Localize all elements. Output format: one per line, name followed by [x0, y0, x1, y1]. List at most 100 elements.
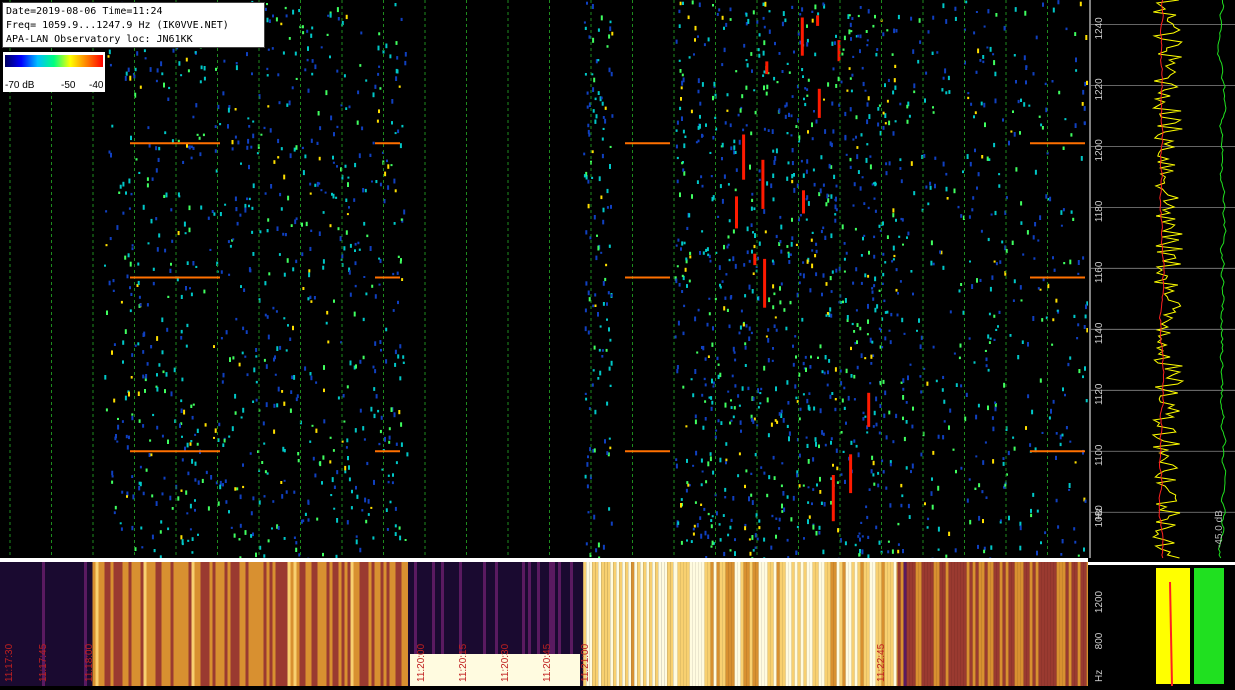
- noise-speck: [991, 416, 994, 420]
- noise-speck: [899, 280, 902, 283]
- noise-speck: [302, 31, 305, 35]
- noise-speck: [252, 120, 255, 123]
- noise-speck: [852, 281, 855, 285]
- noise-speck: [304, 68, 307, 72]
- noise-speck: [310, 300, 313, 303]
- noise-speck: [954, 16, 957, 21]
- noise-speck: [710, 406, 713, 411]
- noise-speck: [808, 392, 811, 395]
- noise-speck: [927, 202, 930, 206]
- heat-column: [119, 562, 123, 686]
- noise-speck: [385, 508, 388, 512]
- noise-speck: [692, 393, 695, 398]
- noise-speck: [264, 281, 267, 286]
- noise-speck: [771, 129, 774, 134]
- noise-speck: [925, 185, 928, 189]
- noise-speck: [772, 455, 775, 460]
- noise-speck: [288, 37, 291, 40]
- noise-speck: [723, 47, 726, 53]
- noise-speck: [610, 521, 613, 526]
- noise-speck: [855, 267, 858, 272]
- noise-speck: [872, 297, 875, 301]
- noise-speck: [857, 170, 860, 174]
- noise-speck: [857, 34, 860, 38]
- heat-column: [242, 562, 246, 686]
- noise-speck: [774, 316, 777, 319]
- noise-speck: [225, 500, 228, 504]
- noise-speck: [772, 305, 775, 310]
- noise-speck: [827, 82, 830, 87]
- noise-speck: [322, 259, 325, 264]
- noise-speck: [596, 234, 598, 237]
- noise-speck: [873, 235, 876, 239]
- heat-column: [101, 562, 105, 686]
- noise-speck: [287, 324, 289, 327]
- noise-speck: [913, 191, 916, 196]
- noise-speck: [219, 123, 222, 126]
- noise-speck: [336, 7, 339, 13]
- heat-column: [191, 562, 195, 686]
- noise-speck: [282, 51, 285, 55]
- noise-speck: [977, 544, 979, 549]
- noise-speck: [1020, 201, 1023, 206]
- noise-speck: [700, 503, 703, 506]
- noise-speck: [694, 419, 697, 425]
- noise-speck: [348, 477, 351, 482]
- noise-speck: [119, 522, 122, 525]
- noise-speck: [320, 189, 323, 192]
- noise-speck: [1013, 279, 1016, 284]
- noise-speck: [752, 10, 755, 15]
- signal-streak: [849, 454, 853, 494]
- noise-speck: [988, 341, 991, 344]
- noise-speck: [1082, 89, 1085, 95]
- noise-speck: [309, 372, 312, 376]
- heat-column: [18, 562, 21, 686]
- noise-speck: [255, 552, 257, 558]
- noise-speck: [187, 69, 190, 73]
- noise-speck: [268, 19, 271, 23]
- noise-speck: [886, 99, 889, 103]
- noise-speck: [1077, 260, 1080, 265]
- noise-speck: [802, 261, 805, 264]
- noise-speck: [917, 59, 920, 64]
- heat-column: [1038, 562, 1042, 686]
- noise-speck: [322, 455, 325, 460]
- noise-speck: [1057, 0, 1060, 5]
- noise-speck: [905, 401, 908, 404]
- noise-speck: [594, 293, 597, 297]
- noise-speck: [792, 495, 795, 501]
- heat-column: [803, 562, 807, 686]
- time-tick-label: 11:22:45: [876, 643, 887, 682]
- noise-speck: [605, 348, 608, 352]
- noise-speck: [395, 41, 398, 45]
- noise-speck: [1084, 499, 1087, 503]
- noise-speck: [124, 329, 127, 334]
- noise-speck: [807, 201, 810, 206]
- noise-speck: [203, 66, 206, 71]
- noise-speck: [1019, 521, 1022, 527]
- noise-speck: [825, 202, 828, 207]
- noise-speck: [363, 276, 366, 278]
- noise-speck: [236, 487, 239, 491]
- noise-speck: [335, 196, 338, 199]
- noise-speck: [388, 435, 391, 440]
- noise-speck: [391, 99, 394, 104]
- noise-speck: [882, 379, 885, 384]
- noise-speck: [268, 272, 271, 276]
- noise-speck: [282, 446, 285, 452]
- noise-speck: [293, 490, 296, 494]
- noise-speck: [873, 482, 876, 486]
- panel-separator: [0, 558, 1235, 562]
- noise-speck: [231, 426, 234, 432]
- noise-speck: [323, 388, 325, 393]
- noise-speck: [346, 438, 349, 443]
- noise-speck: [584, 308, 587, 313]
- noise-speck: [729, 525, 732, 530]
- heat-column: [1014, 562, 1018, 686]
- noise-speck: [1077, 323, 1080, 327]
- noise-speck: [1033, 257, 1036, 260]
- noise-speck: [585, 542, 588, 546]
- noise-speck: [767, 328, 770, 332]
- noise-speck: [385, 327, 388, 332]
- noise-speck: [150, 345, 153, 349]
